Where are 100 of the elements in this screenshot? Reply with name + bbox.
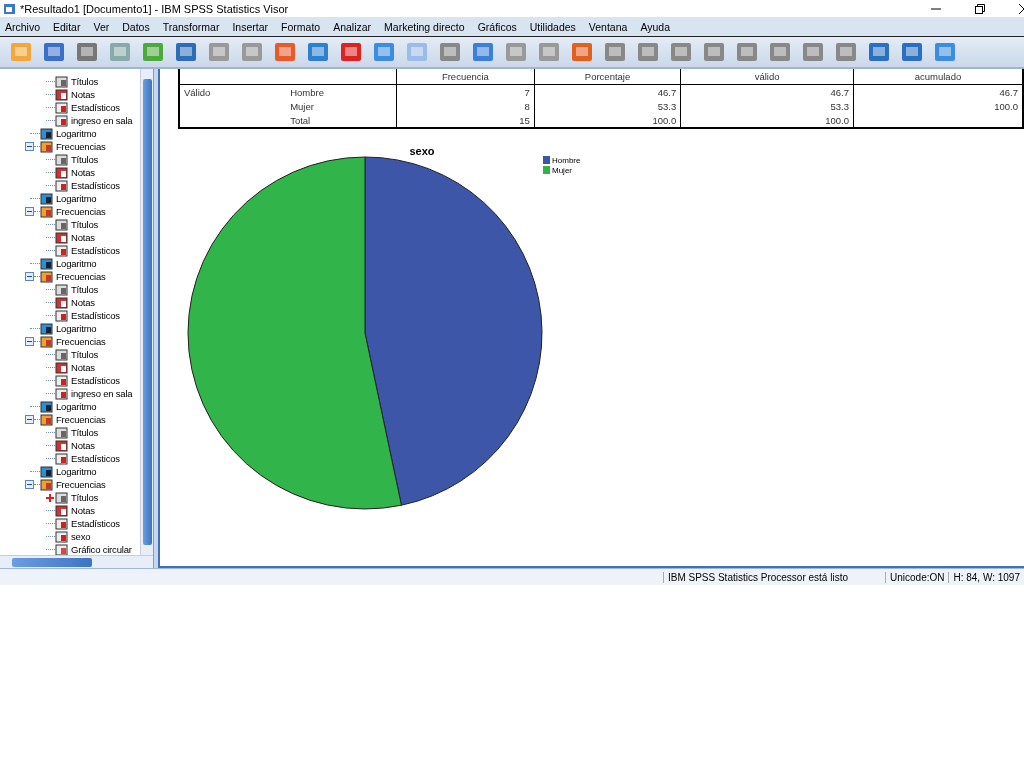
tree-item[interactable]: Notas [71,89,95,100]
tree-item[interactable]: Estadísticos [71,102,120,113]
toolbar-icon[interactable] [470,40,496,64]
menu-item[interactable]: Ayuda [635,20,678,33]
menu-item[interactable]: Marketing directo [379,20,473,33]
table-icon [55,179,68,192]
book-icon [40,140,53,153]
menu-item[interactable]: Analizar [328,20,380,33]
tree-item[interactable]: ingreso en sala [71,115,133,126]
tree-item[interactable]: Frecuencias [56,141,106,152]
tree-item[interactable]: Frecuencias [56,271,106,282]
tree-item[interactable]: sexo [71,531,91,542]
restore-icon[interactable] [974,2,986,15]
collapse-icon[interactable] [25,272,34,281]
toolbar-icon[interactable] [239,40,265,64]
toolbar-icon[interactable] [140,40,166,64]
notes-icon [55,361,68,374]
tree-item[interactable]: Estadísticos [71,245,120,256]
toolbar-icon[interactable] [74,40,100,64]
toolbar-icon[interactable] [635,40,661,64]
tree-item[interactable]: Títulos [71,284,99,295]
tree-item[interactable]: Frecuencias [56,479,106,490]
book-icon [40,270,53,283]
tree-item[interactable]: Logaritmo [56,466,97,477]
toolbar-icon[interactable] [602,40,628,64]
table-cell: 53.3 [680,99,854,113]
table-icon [55,517,68,530]
tree-item[interactable]: Notas [71,167,95,178]
toolbar-icon[interactable] [668,40,694,64]
collapse-icon[interactable] [25,415,34,424]
menu-item[interactable]: Editar [48,20,89,33]
tree-item[interactable]: Notas [71,232,95,243]
tree-item[interactable]: Títulos [71,154,99,165]
toolbar-icon[interactable] [701,40,727,64]
toolbar-icon[interactable] [107,40,133,64]
tree-item[interactable]: Estadísticos [71,518,120,529]
menu-item[interactable]: Insertar [227,20,277,33]
tree-item[interactable]: Notas [71,297,95,308]
toolbar-icon[interactable] [800,40,826,64]
table-cell: 46.7 [680,84,854,99]
tree-item[interactable]: Logaritmo [56,128,97,139]
tree-item[interactable]: Frecuencias [56,206,106,217]
tree-item[interactable]: Notas [71,505,95,516]
tree-item[interactable]: Gráfico circular [71,544,132,555]
menu-item[interactable]: Utilidades [524,20,584,33]
toolbar-icon[interactable] [206,40,232,64]
tree-item[interactable]: Títulos [71,492,99,503]
collapse-icon[interactable] [25,142,34,151]
collapse-icon[interactable] [25,480,34,489]
toolbar-icon[interactable] [173,40,199,64]
tree-item[interactable]: Frecuencias [56,414,106,425]
table-icon [55,244,68,257]
menu-item[interactable]: Datos [117,20,158,33]
tree-item[interactable]: ingreso en sala [71,388,133,399]
tree-item[interactable]: Títulos [71,219,99,230]
tree-item[interactable]: Logaritmo [56,323,97,334]
horizontal-scrollbar[interactable] [0,555,153,568]
tree-item[interactable]: Notas [71,440,95,451]
toolbar-icon[interactable] [305,40,331,64]
tree-item[interactable]: Estadísticos [71,310,120,321]
menu-item[interactable]: Transformar [157,20,228,33]
tree-item[interactable]: Títulos [71,349,99,360]
tree-item[interactable]: Estadísticos [71,180,120,191]
toolbar-icon[interactable] [932,40,958,64]
collapse-icon[interactable] [25,337,34,346]
table-cell: Mujer [286,99,397,113]
toolbar-icon[interactable] [899,40,925,64]
toolbar-icon[interactable] [41,40,67,64]
tree-item[interactable]: Títulos [71,76,99,87]
toolbar-icon[interactable] [569,40,595,64]
tree-item[interactable]: Logaritmo [56,401,97,412]
menu-item[interactable]: Archivo [0,20,48,33]
toolbar-icon[interactable] [272,40,298,64]
toolbar-icon[interactable] [437,40,463,64]
toolbar-icon[interactable] [866,40,892,64]
tree-item[interactable]: Títulos [71,427,99,438]
tree-item[interactable]: Estadísticos [71,375,120,386]
column-header: Porcentaje [534,69,681,85]
menu-item[interactable]: Gráficos [472,20,525,33]
tree-item[interactable]: Notas [71,362,95,373]
toolbar-icon[interactable] [767,40,793,64]
tree-item[interactable]: Logaritmo [56,258,97,269]
toolbar-icon[interactable] [536,40,562,64]
toolbar-icon[interactable] [371,40,397,64]
vertical-scrollbar[interactable] [140,69,153,555]
toolbar-icon[interactable] [338,40,364,64]
menu-item[interactable]: Ver [88,20,118,33]
collapse-icon[interactable] [25,207,34,216]
tree-item[interactable]: Logaritmo [56,193,97,204]
toolbar-icon[interactable] [833,40,859,64]
titles-icon [55,426,68,439]
tree-item[interactable]: Estadísticos [71,453,120,464]
menu-item[interactable]: Ventana [583,20,636,33]
tree-item[interactable]: Frecuencias [56,336,106,347]
toolbar-icon[interactable] [734,40,760,64]
table-cell: Válido [179,84,287,99]
toolbar-icon[interactable] [503,40,529,64]
status-text: Unicode:ON [885,571,949,583]
notes-icon [55,231,68,244]
menu-item[interactable]: Formato [276,20,329,33]
